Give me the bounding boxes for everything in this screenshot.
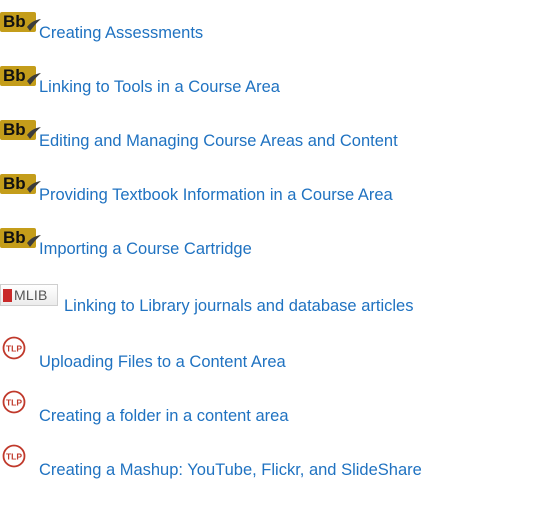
list-item: Bb Creating Assessments: [0, 12, 537, 52]
link-uploading-files[interactable]: Uploading Files to a Content Area: [39, 352, 286, 372]
svg-text:TLP: TLP: [6, 344, 22, 354]
list-item: Bb Editing and Managing Course Areas and…: [0, 120, 537, 160]
tutorial-link-list: Bb Creating Assessments Bb Linking to To…: [0, 0, 537, 515]
list-item: Bb Importing a Course Cartridge: [0, 228, 537, 268]
tlp-logo-icon: TLP: [2, 336, 28, 362]
list-item: TLP Creating a Mashup: YouTube, Flickr, …: [0, 444, 537, 484]
link-library-journals-database-articles[interactable]: Linking to Library journals and database…: [64, 296, 413, 316]
link-creating-mashup[interactable]: Creating a Mashup: YouTube, Flickr, and …: [39, 460, 422, 480]
link-linking-to-tools[interactable]: Linking to Tools in a Course Area: [39, 77, 280, 97]
link-creating-assessments[interactable]: Creating Assessments: [39, 23, 203, 43]
svg-text:TLP: TLP: [6, 452, 22, 462]
link-editing-managing-course-areas[interactable]: Editing and Managing Course Areas and Co…: [39, 131, 398, 151]
tlp-logo-icon: TLP: [2, 390, 28, 416]
link-creating-folder[interactable]: Creating a folder in a content area: [39, 406, 289, 426]
link-providing-textbook-information[interactable]: Providing Textbook Information in a Cour…: [39, 185, 393, 205]
mlib-logo-icon: MLIB: [0, 284, 58, 306]
list-item: MLIB Linking to Library journals and dat…: [0, 284, 537, 324]
link-importing-course-cartridge[interactable]: Importing a Course Cartridge: [39, 239, 252, 259]
list-item: TLP Uploading Files to a Content Area: [0, 336, 537, 376]
list-item: Bb Providing Textbook Information in a C…: [0, 174, 537, 214]
list-item: TLP Creating a folder in a content area: [0, 390, 537, 430]
list-item: Bb Linking to Tools in a Course Area: [0, 66, 537, 106]
svg-text:TLP: TLP: [6, 398, 22, 408]
tlp-logo-icon: TLP: [2, 444, 28, 470]
